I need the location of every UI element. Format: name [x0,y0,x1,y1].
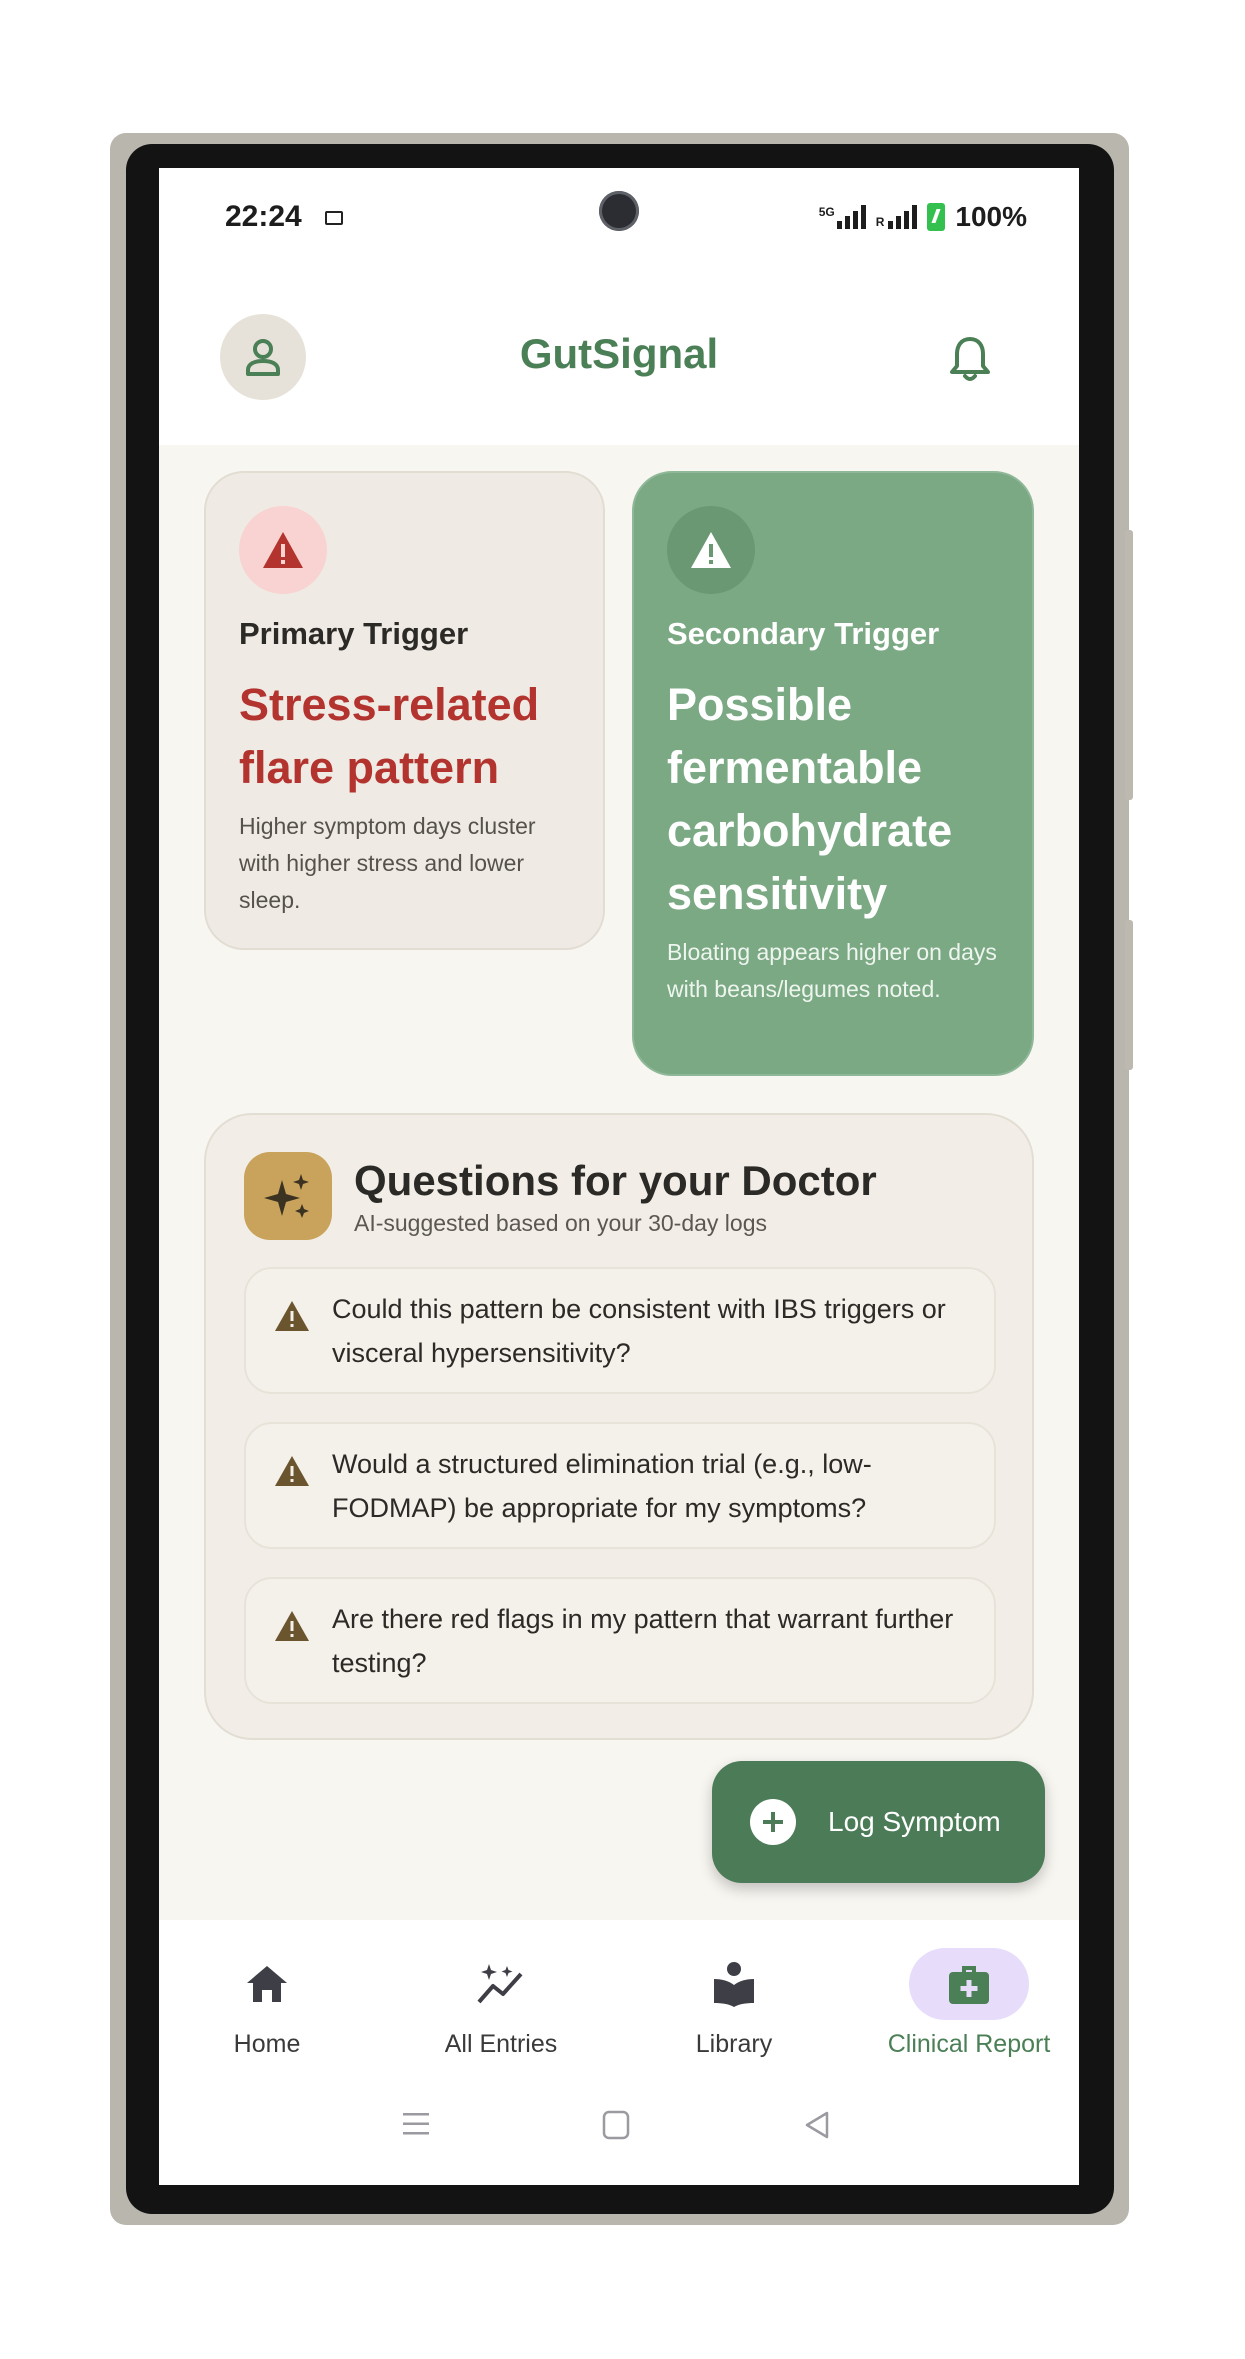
screen: 22:24 5G R 100% GutSignal Primary Trigge… [159,168,1079,2185]
nav-label-library: Library [695,2030,773,2058]
primary-trigger-label: Primary Trigger [239,616,469,651]
questions-title: Questions for your Doctor [354,1157,877,1204]
question-text: Would a structured elimination trial (e.… [332,1449,872,1523]
notifications-button[interactable] [949,335,991,388]
status-time: 22:24 [225,200,302,233]
log-symptom-button[interactable]: Log Symptom [712,1761,1045,1883]
medical-kit-icon [909,1948,1029,2020]
question-item[interactable]: Are there red flags in my pattern that w… [244,1577,996,1704]
volume-button [1125,920,1133,1070]
nav-label-all-entries: All Entries [444,2030,558,2058]
nav-item-library[interactable]: Library [624,1948,844,2068]
signal-icon [836,205,866,229]
primary-alert-tile [239,506,327,594]
bottom-navigation: Home All Entries Library Clinical Report [159,1920,1079,2185]
warning-icon [691,532,731,568]
nav-item-home[interactable]: Home [159,1948,377,2068]
home-gesture-icon[interactable] [600,2110,632,2140]
nav-label-home: Home [233,2030,301,2058]
question-item[interactable]: Could this pattern be consistent with IB… [244,1267,996,1394]
sim-card-icon [325,211,343,225]
secondary-trigger-label: Secondary Trigger [667,616,940,651]
reading-icon [674,1948,794,2020]
app-title: GutSignal [519,330,719,377]
app-bar: GutSignal [159,278,1079,445]
primary-trigger-card[interactable]: Primary Trigger Stress-related flare pat… [204,471,605,950]
recent-apps-icon[interactable] [400,2110,432,2138]
bell-icon [950,337,990,381]
warning-icon [275,1611,309,1641]
warning-icon [275,1301,309,1331]
nav-item-all-entries[interactable]: All Entries [391,1948,611,2068]
primary-trigger-headline: Stress-related flare pattern [239,679,540,793]
network-type: 5G [818,205,835,219]
nav-item-clinical-report[interactable]: Clinical Report [859,1948,1079,2068]
question-text: Are there red flags in my pattern that w… [332,1604,954,1678]
sparkle-icon [264,1174,309,1218]
warning-icon [263,532,303,568]
secondary-trigger-headline: Possible fermentable carbohydrate sensit… [667,679,953,919]
status-bar: 22:24 5G R 100% [159,168,1079,278]
question-item[interactable]: Would a structured elimination trial (e.… [244,1422,996,1549]
power-button [1125,530,1133,800]
front-camera [599,191,639,231]
secondary-trigger-description: Bloating appears higher on days with bea… [667,939,997,1002]
battery-icon [927,203,946,231]
question-text: Could this pattern be consistent with IB… [332,1294,946,1368]
ai-sparkle-tile [244,1152,332,1240]
questions-subtitle: AI-suggested based on your 30-day logs [354,1210,767,1236]
doctor-questions-card: Questions for your Doctor AI-suggested b… [204,1113,1034,1740]
battery-level: 100% [955,201,1027,232]
nav-label-clinical-report: Clinical Report [887,2030,1051,2058]
secondary-alert-tile [667,506,755,594]
plus-icon [750,1799,796,1845]
home-icon [207,1948,327,2020]
back-icon[interactable] [802,2110,832,2140]
log-symptom-label: Log Symptom [828,1806,1001,1837]
signal-icon [888,205,918,229]
warning-icon [275,1456,309,1486]
secondary-trigger-card[interactable]: Secondary Trigger Possible fermentable c… [632,471,1034,1076]
roaming-indicator: R [875,215,885,229]
status-indicators: 5G R 100% [819,201,1027,233]
sparkle-chart-icon [441,1948,561,2020]
primary-trigger-description: Higher symptom days cluster with higher … [239,813,536,913]
